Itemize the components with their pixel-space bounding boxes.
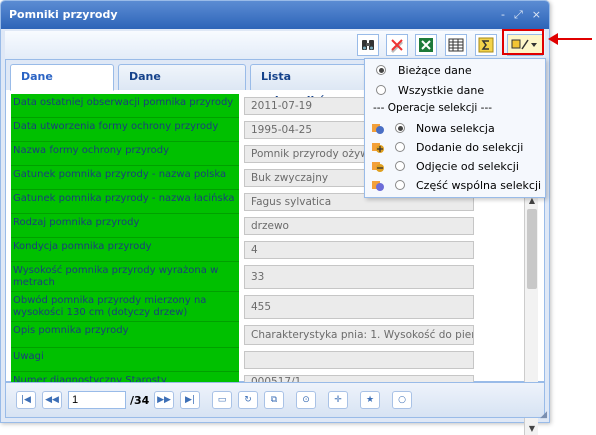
field-row: Rodzaj pomnika przyrody drzewo: [11, 214, 516, 238]
scroll-thumb[interactable]: [527, 209, 537, 289]
field-label: Data utworzenia formy ochrony przyrody: [11, 118, 239, 142]
folder-icon: ▭: [217, 395, 227, 405]
field-value[interactable]: Charakterystyka pnia: 1. Wysokość do pie…: [244, 325, 474, 345]
first-page-icon: |◀: [21, 395, 31, 405]
field-label: Kondycja pomnika przyrody: [11, 238, 239, 262]
intersect-selection-icon: [372, 181, 384, 191]
sigma-icon: [478, 37, 494, 53]
field-label: Nazwa formy ochrony przyrody: [11, 142, 239, 166]
menu-item-label: Odjęcie od selekcji: [416, 159, 519, 173]
field-row: Kondycja pomnika przyrody 4: [11, 238, 516, 262]
last-page-button[interactable]: ▶|: [180, 391, 200, 409]
menu-item-label: Wszystkie dane: [398, 83, 485, 97]
resize-grip-icon[interactable]: ◢: [540, 410, 547, 420]
zoom-icon: ⊙: [302, 395, 310, 405]
menu-item-label: Część wspólna selekcji: [416, 178, 542, 192]
field-label: Data ostatniej obserwacji pomnika przyro…: [11, 94, 239, 118]
radio-icon: [376, 85, 386, 95]
menu-item-label: Nowa selekcja: [416, 121, 495, 135]
menu-item-label: Dodanie do selekcji: [416, 140, 524, 154]
window-titlebar[interactable]: Pomniki przyrody - ⤢ ×: [1, 1, 549, 29]
radio-icon: [395, 161, 405, 171]
binoculars-icon: [362, 40, 374, 50]
table-button[interactable]: [445, 34, 467, 56]
zoom-button[interactable]: ⊙: [296, 391, 316, 409]
sum-button[interactable]: [475, 34, 497, 56]
first-page-button[interactable]: |◀: [16, 391, 36, 409]
pencil-cross-icon: [391, 39, 403, 53]
menu-item-biezace-dane[interactable]: Bieżące dane: [365, 61, 545, 79]
circle-icon: ○: [398, 395, 406, 405]
copy-button[interactable]: ⧉: [264, 391, 284, 409]
tab-dane-lokalizacyjne[interactable]: Dane lokalizacyjne: [118, 64, 246, 107]
radio-icon: [376, 65, 386, 75]
move-icon: ✛: [334, 395, 342, 405]
add-selection-icon: [372, 143, 384, 153]
field-label: Wysokość pomnika przyrody wyrażona w met…: [11, 262, 239, 292]
last-page-icon: ▶|: [185, 395, 195, 405]
favorite-button[interactable]: ★: [360, 391, 380, 409]
refresh-icon: ↻: [244, 395, 252, 405]
new-selection-icon: [372, 124, 384, 134]
window-title: Pomniki przyrody: [9, 8, 118, 21]
tab-dane-opisowe[interactable]: Dane opisowe: [10, 64, 114, 107]
field-label: Uwagi: [11, 348, 239, 372]
menu-separator: --- Operacje selekcji ---: [373, 102, 493, 114]
menu-item-czesc-wspolna[interactable]: Część wspólna selekcji: [365, 176, 545, 194]
next-page-button[interactable]: ▶▶: [154, 391, 174, 409]
field-row: Uwagi: [11, 348, 516, 372]
page-input[interactable]: [68, 391, 126, 409]
refresh-button[interactable]: ↻: [238, 391, 258, 409]
close-icon[interactable]: ×: [532, 8, 541, 22]
field-label: Gatunek pomnika przyrody - nazwa polska: [11, 166, 239, 190]
excel-icon: [419, 38, 433, 52]
field-value[interactable]: drzewo: [244, 217, 474, 235]
field-value[interactable]: 33: [244, 265, 474, 289]
copy-icon: ⧉: [270, 395, 278, 405]
prev-page-button[interactable]: ◀◀: [42, 391, 62, 409]
open-folder-button[interactable]: ▭: [212, 391, 232, 409]
toolbar: [5, 31, 545, 59]
radio-icon: [395, 180, 405, 190]
highlight-box: [502, 29, 544, 55]
zoom-to-object-button[interactable]: [357, 34, 379, 56]
radio-icon: [395, 123, 405, 133]
menu-item-odjecie-od-selekcji[interactable]: Odjęcie od selekcji: [365, 157, 545, 175]
menu-item-nowa-selekcja[interactable]: Nowa selekcja: [365, 119, 545, 137]
selection-menu: Bieżące dane Wszystkie dane --- Operacje…: [364, 58, 546, 198]
delete-button[interactable]: [386, 34, 408, 56]
circle-button[interactable]: ○: [392, 391, 412, 409]
field-value[interactable]: 455: [244, 295, 474, 319]
field-label: Gatunek pomnika przyrody - nazwa łacińsk…: [11, 190, 239, 214]
field-label: Opis pomnika przyrody: [11, 322, 239, 348]
prev-page-icon: ◀◀: [45, 395, 59, 405]
radio-icon: [395, 142, 405, 152]
scroll-down-icon[interactable]: ▼: [525, 423, 539, 435]
minimize-icon[interactable]: -: [501, 8, 505, 22]
page-total: /34: [130, 394, 150, 407]
field-value[interactable]: [244, 351, 474, 369]
menu-item-dodanie-do-selekcji[interactable]: Dodanie do selekcji: [365, 138, 545, 156]
tab-lista-zalacznikow[interactable]: Lista zalaczników: [250, 64, 374, 107]
pan-button[interactable]: ✛: [328, 391, 348, 409]
table-icon: [448, 38, 464, 52]
subtract-selection-icon: [372, 162, 384, 172]
field-row: Opis pomnika przyrody Charakterystyka pn…: [11, 322, 516, 348]
menu-item-wszystkie-dane[interactable]: Wszystkie dane: [365, 81, 545, 99]
field-row: Obwód pomnika przyrody mierzony na wysok…: [11, 292, 516, 322]
maximize-icon[interactable]: ⤢: [514, 8, 523, 22]
field-label: Obwód pomnika przyrody mierzony na wysok…: [11, 292, 239, 322]
red-arrow-icon: [548, 33, 592, 45]
pager: |◀ ◀◀ /34 ▶▶ ▶| ▭ ↻ ⧉ ⊙ ✛ ★ ○: [5, 382, 545, 418]
field-label: Rodzaj pomnika przyrody: [11, 214, 239, 238]
field-row: Wysokość pomnika przyrody wyrażona w met…: [11, 262, 516, 292]
next-page-icon: ▶▶: [157, 395, 171, 405]
menu-item-label: Bieżące dane: [398, 63, 472, 77]
field-value[interactable]: 4: [244, 241, 474, 259]
star-icon: ★: [365, 395, 375, 405]
excel-export-button[interactable]: [415, 34, 437, 56]
